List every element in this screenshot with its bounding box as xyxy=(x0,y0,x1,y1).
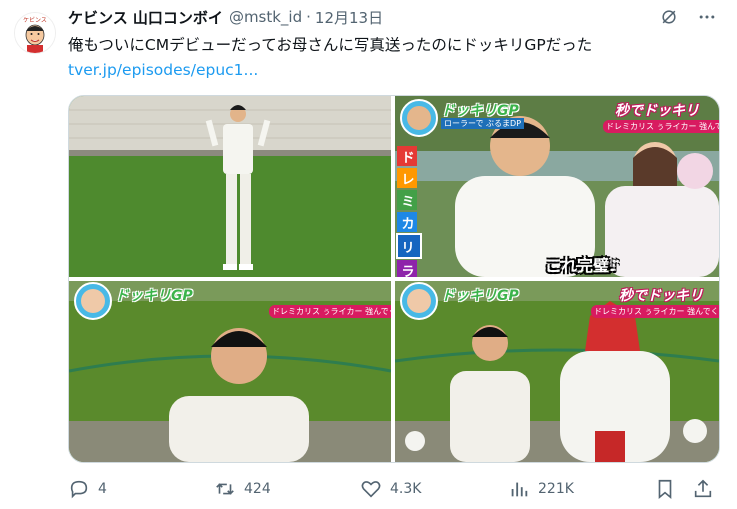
vertical-tile-char: ミ xyxy=(401,195,415,210)
author-avatar[interactable]: ケビンス xyxy=(14,12,56,54)
show-logo-gp: ドッキリGP xyxy=(115,288,193,304)
show-logo-gp: ドッキリGP xyxy=(441,288,519,304)
heart-icon xyxy=(361,481,381,498)
author-handle[interactable]: @mstk_id xyxy=(229,8,302,26)
show-banner: ドレミカリス ぅライカー 強んでくる xyxy=(591,305,719,318)
views-button[interactable]: 221K xyxy=(508,476,574,502)
media-grid: ドッキリGP ローラーで ぶるまDP 秒でドッキリ ドレミカリス ぅライカー 強… xyxy=(68,95,720,463)
views-count: 221K xyxy=(538,481,574,497)
action-bar: 4 424 4.3K 221K xyxy=(68,476,718,502)
reply-button[interactable]: 4 xyxy=(68,476,107,502)
media-image-4[interactable]: ドッキリGP 秒でドッキリ ドレミカリス ぅライカー 強んでくる xyxy=(395,281,719,462)
bookmark-button[interactable] xyxy=(654,476,676,502)
media-image-1[interactable] xyxy=(69,96,391,277)
share-icon xyxy=(694,479,712,498)
show-logo-doki: 秒でドッキリ xyxy=(619,288,703,304)
svg-text:ケビンス: ケビンス xyxy=(23,16,47,24)
vertical-tile-char: ド xyxy=(401,151,415,166)
views-chart-icon xyxy=(511,482,528,497)
reply-icon xyxy=(70,480,88,499)
bookmark-icon xyxy=(658,479,672,500)
show-logo-gp: ドッキリGP xyxy=(441,103,519,119)
media-image-2[interactable]: ドッキリGP ローラーで ぶるまDP 秒でドッキリ ドレミカリス ぅライカー 強… xyxy=(395,96,719,277)
show-banner: ドレミカリス ぅライカー 強んでくる xyxy=(269,305,391,318)
show-logo-subtitle: ローラーで ぶるまDP xyxy=(441,118,525,129)
media-image-3[interactable]: ドッキリGP ドレミカリス ぅライカー 強んでくる xyxy=(69,281,391,462)
like-button[interactable]: 4.3K xyxy=(360,476,421,502)
tweet-header: ケビンス 山口コンボイ @mstk_id · 12月13日 xyxy=(68,6,717,28)
show-logo-doki: 秒でドッキリ xyxy=(615,103,699,119)
tweet-text: 俺もついにCMデビューだってお母さんに写真送ったのにドッキリGPだった xyxy=(68,36,593,54)
retweet-icon xyxy=(216,483,234,495)
show-subtitle: これ完璧♪ xyxy=(545,256,620,275)
author-name[interactable]: ケビンス 山口コンボイ xyxy=(68,7,223,28)
separator-dot: · xyxy=(306,8,311,26)
vertical-tile-char: カ xyxy=(401,217,415,232)
tweet-link[interactable]: tver.jp/episodes/epuc1... xyxy=(68,61,258,79)
show-banner: ドレミカリス ぅライカー 強んでくる xyxy=(603,120,719,133)
more-options-icon[interactable] xyxy=(697,7,717,27)
like-count: 4.3K xyxy=(390,481,422,497)
reply-count: 4 xyxy=(98,481,107,497)
retweet-button[interactable]: 424 xyxy=(214,476,271,502)
retweet-count: 424 xyxy=(244,481,271,497)
share-button[interactable] xyxy=(692,476,714,502)
vertical-tile-char: ラ xyxy=(401,265,415,277)
grok-icon[interactable] xyxy=(659,7,679,27)
tweet-body: 俺もついにCMデビューだってお母さんに写真送ったのにドッキリGPだった tver… xyxy=(68,33,718,83)
tweet-date[interactable]: 12月13日 xyxy=(315,7,383,28)
vertical-tile-char: レ xyxy=(401,173,415,188)
vertical-tile-char: リ xyxy=(401,241,415,256)
avatar-illustration-icon: ケビンス xyxy=(15,13,55,53)
